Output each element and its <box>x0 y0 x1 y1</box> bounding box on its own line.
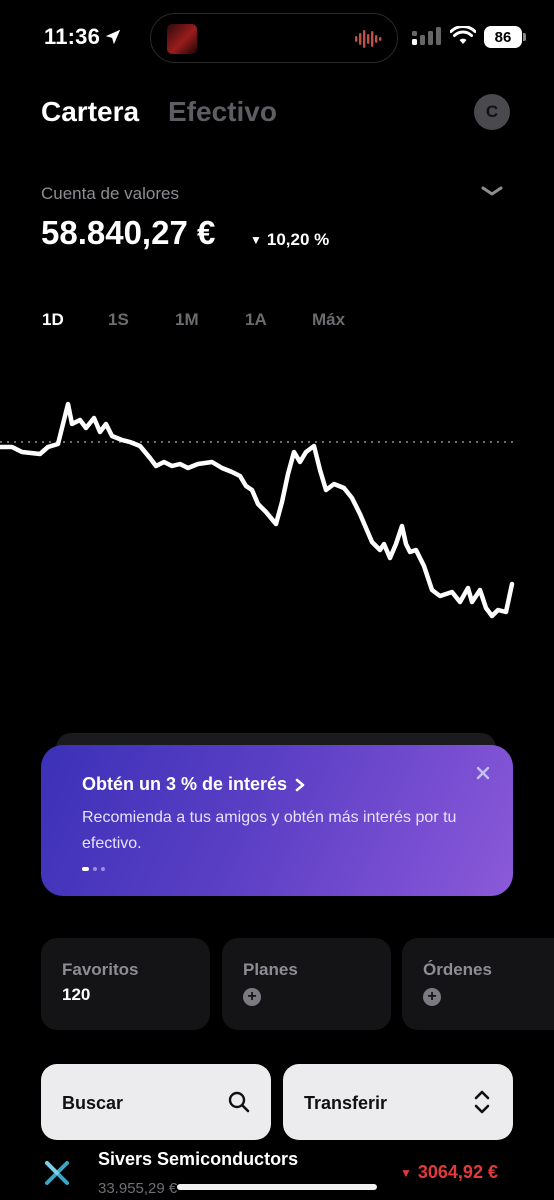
portfolio-chart[interactable] <box>0 380 554 640</box>
search-button-label: Buscar <box>62 1093 124 1113</box>
tile-favoritos-count: 120 <box>62 985 91 1004</box>
period-1s[interactable]: 1S <box>108 310 129 330</box>
sivers-logo-icon <box>45 1161 69 1185</box>
plus-icon[interactable]: + <box>243 988 261 1006</box>
tile-planes[interactable]: Planes + <box>222 938 391 1030</box>
tile-planes-label: Planes <box>243 960 298 979</box>
period-1d[interactable]: 1D <box>42 310 64 330</box>
cellular-signal-icon <box>412 27 441 45</box>
down-triangle-icon: ▼ <box>250 233 262 247</box>
period-max[interactable]: Máx <box>312 310 345 330</box>
location-arrow-icon <box>105 29 121 45</box>
promo-card[interactable]: Obtén un 3 % de interés Recomienda a tus… <box>41 745 513 896</box>
carousel-dots <box>82 867 105 871</box>
down-triangle-icon: ▼ <box>400 1165 412 1180</box>
holding-price: ▼ 3064,92 € <box>400 1162 498 1183</box>
portfolio-line <box>0 401 515 619</box>
promo-title-text: Obtén un 3 % de interés <box>82 774 288 794</box>
holding-value: 33.955,29 € <box>98 1180 178 1197</box>
transfer-button[interactable]: Transferir <box>283 1064 513 1140</box>
avatar[interactable]: C <box>474 94 510 130</box>
portfolio-change-value: 10,20 % <box>266 230 330 249</box>
close-icon[interactable] <box>475 765 491 781</box>
search-button[interactable]: Buscar <box>41 1064 271 1140</box>
carousel-dot-active <box>82 867 89 871</box>
home-indicator <box>177 1184 377 1190</box>
chevron-right-icon <box>295 778 305 791</box>
tab-efectivo[interactable]: Efectivo <box>168 96 277 128</box>
tile-ordenes[interactable]: Órdenes + <box>402 938 554 1030</box>
tile-favoritos-label: Favoritos <box>62 960 139 979</box>
account-label: Cuenta de valores <box>41 184 179 203</box>
audio-waveform-icon <box>355 30 382 48</box>
tile-ordenes-label: Órdenes <box>423 960 492 979</box>
period-1a[interactable]: 1A <box>245 310 267 330</box>
promo-title[interactable]: Obtén un 3 % de interés <box>82 774 305 795</box>
holding-price-value: 3064,92 € <box>417 1162 498 1182</box>
transfer-button-label: Transferir <box>304 1093 388 1113</box>
dynamic-island[interactable] <box>150 13 398 63</box>
status-time: 11:36 <box>44 24 101 49</box>
wifi-icon <box>450 26 476 44</box>
carousel-dot <box>93 867 97 871</box>
tab-cartera[interactable]: Cartera <box>41 96 139 128</box>
carousel-dot <box>101 867 105 871</box>
tile-favoritos[interactable]: Favoritos 120 <box>41 938 210 1030</box>
plus-icon[interactable]: + <box>423 988 441 1006</box>
search-icon <box>228 1091 250 1113</box>
now-playing-artwork <box>167 24 197 54</box>
holding-name[interactable]: Sivers Semiconductors <box>98 1149 298 1170</box>
portfolio-balance: 58.840,27 € <box>41 214 216 251</box>
battery-indicator: 86 <box>484 26 526 48</box>
portfolio-change: ▼ 10,20 % <box>250 230 329 250</box>
promo-body: Recomienda a tus amigos y obtén más inte… <box>82 809 457 852</box>
swap-vertical-icon <box>474 1090 490 1114</box>
chevron-down-icon[interactable] <box>480 184 504 198</box>
period-1m[interactable]: 1M <box>175 310 199 330</box>
